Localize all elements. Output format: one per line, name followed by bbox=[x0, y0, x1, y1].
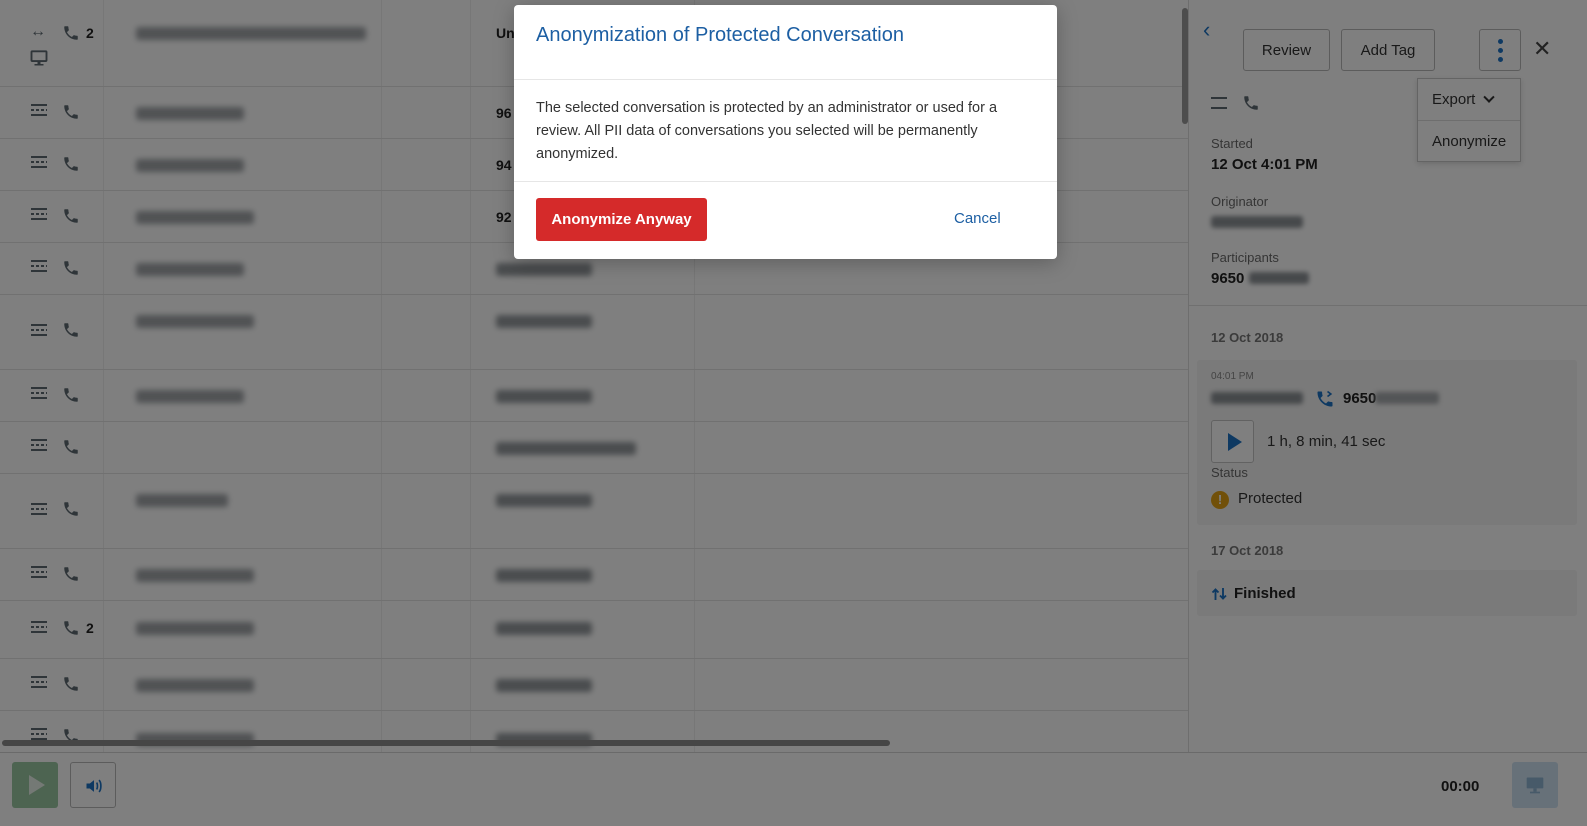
divider bbox=[514, 181, 1057, 182]
dialog-title: Anonymization of Protected Conversation bbox=[536, 24, 904, 46]
anonymize-anyway-button[interactable]: Anonymize Anyway bbox=[536, 198, 707, 241]
dialog-message: The selected conversation is protected b… bbox=[536, 100, 998, 162]
anonymize-dialog: Anonymization of Protected Conversation … bbox=[514, 5, 1057, 259]
divider bbox=[514, 79, 1057, 80]
app-root: ↔ 2 Un 96 94 92 bbox=[0, 0, 1587, 826]
cancel-button[interactable]: Cancel bbox=[954, 210, 1001, 227]
